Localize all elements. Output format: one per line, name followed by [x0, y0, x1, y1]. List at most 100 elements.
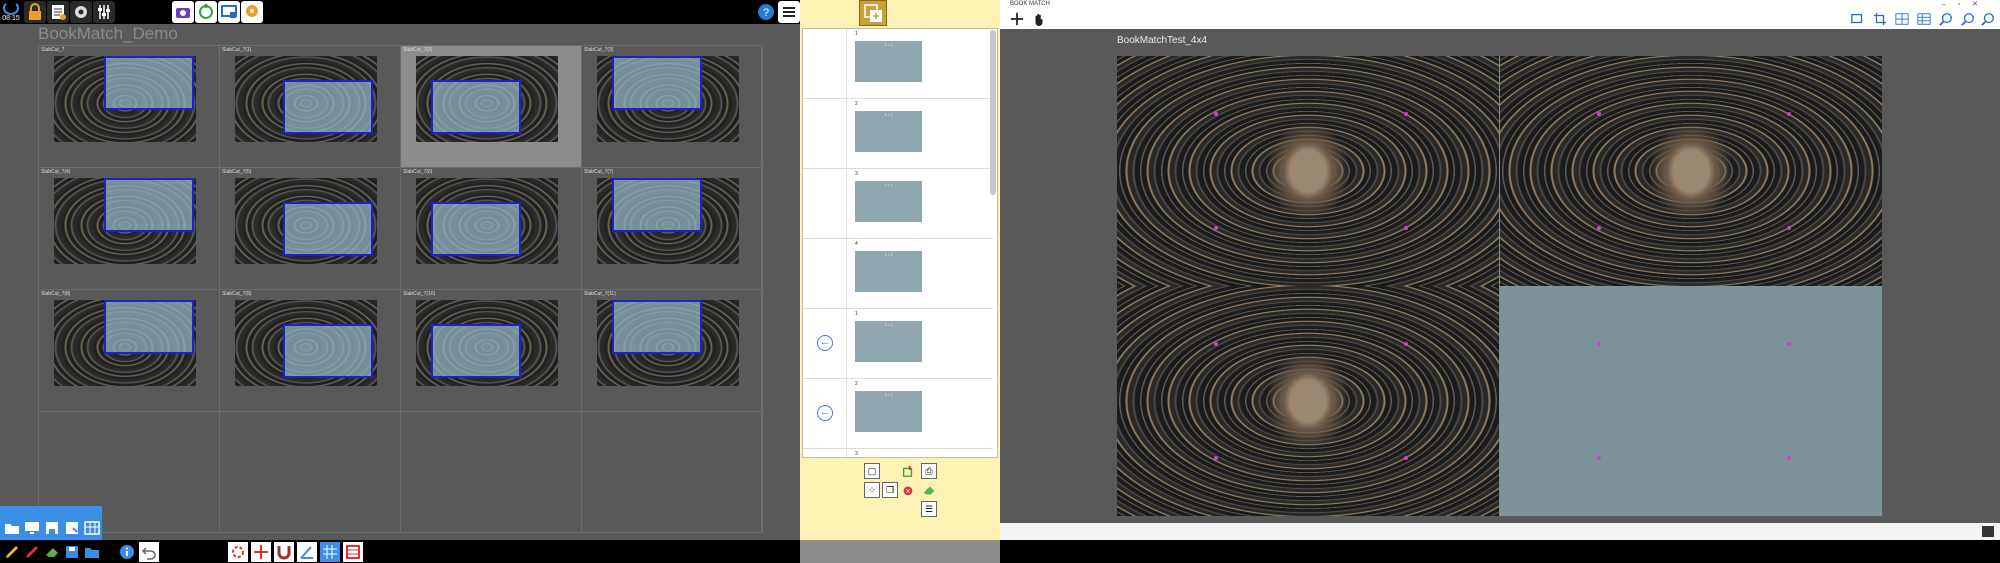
slab-cell[interactable]: SlabCut_7 — [39, 46, 220, 168]
cut-region[interactable] — [431, 202, 521, 256]
lasso-button[interactable] — [228, 542, 248, 562]
tile-label: 2 / 1 — [884, 392, 893, 397]
eraser-button[interactable] — [42, 542, 62, 562]
window-controls[interactable]: –▫✕ — [1942, 0, 1990, 9]
slab-cell[interactable]: SlabCut_7(1) — [220, 46, 401, 168]
slab-cell[interactable]: SlabCut_7(5) — [220, 168, 401, 290]
frame-button[interactable] — [343, 542, 363, 562]
slab-cell[interactable]: SlabCut_7(6) — [401, 168, 582, 290]
monitor-button[interactable] — [22, 518, 42, 538]
camera-button[interactable] — [172, 1, 194, 23]
slab-cell[interactable]: SlabCut_7(9) — [220, 290, 401, 412]
cut-region[interactable] — [431, 324, 521, 378]
cut-region[interactable] — [104, 56, 194, 110]
cut-region[interactable] — [283, 202, 373, 256]
rotate-button[interactable] — [195, 1, 217, 23]
zoom-in-icon[interactable] — [1938, 12, 1954, 26]
tile-icon[interactable] — [1894, 12, 1910, 26]
cut-region[interactable] — [283, 80, 373, 134]
grid-view-button[interactable] — [320, 542, 340, 562]
undo-button[interactable] — [139, 542, 159, 562]
item-number: 2 — [855, 101, 858, 107]
slab-cell[interactable]: SlabCut_7(11) — [582, 290, 763, 412]
cut-region[interactable] — [612, 178, 702, 232]
item-thumbnail[interactable]: 1 / 1 — [855, 251, 922, 292]
menu-button[interactable] — [778, 1, 800, 23]
list-scrollbar[interactable] — [990, 30, 996, 195]
info-icon — [120, 545, 134, 559]
item-thumbnail[interactable]: 1 / 1 — [855, 111, 922, 152]
save-button[interactable] — [42, 518, 62, 538]
crop-icon[interactable] — [1872, 12, 1888, 26]
save-as-icon — [66, 522, 78, 534]
checklist-button[interactable] — [47, 1, 69, 23]
slab-cell[interactable]: SlabCut_7(8) — [39, 290, 220, 412]
export-button[interactable] — [900, 463, 916, 479]
slab-cell[interactable]: SlabCut_7(7) — [582, 168, 763, 290]
slab-cell[interactable]: SlabCut_7(10) — [401, 290, 582, 412]
cut-region[interactable] — [104, 178, 194, 232]
erase-button[interactable] — [921, 482, 937, 498]
move-button[interactable] — [251, 542, 271, 562]
map-settings-button[interactable] — [241, 1, 263, 23]
table-icon[interactable] — [1916, 12, 1932, 26]
help-button[interactable]: ? — [755, 1, 777, 23]
folder-button[interactable] — [82, 542, 102, 562]
list-item[interactable]: ← 2 2 / 1 — [803, 379, 993, 449]
save-as-button[interactable] — [62, 518, 82, 538]
zoom-out-icon[interactable] — [1960, 12, 1976, 26]
quad-bottom-right-empty[interactable] — [1500, 286, 1882, 516]
list-item[interactable]: 3 — [803, 449, 993, 457]
quad-top-left[interactable] — [1117, 56, 1499, 286]
info-button[interactable] — [117, 542, 137, 562]
keyboard-icon[interactable] — [1982, 526, 1994, 537]
page-copy-button[interactable]: ❐ — [882, 482, 898, 498]
slab-cell[interactable]: SlabCut_7(4) — [39, 168, 220, 290]
red-pencil-button[interactable] — [22, 542, 42, 562]
screen-button[interactable] — [218, 1, 240, 23]
new-page-button[interactable]: ▢ — [864, 463, 880, 479]
list-item[interactable]: 3 1 / 1 — [803, 169, 993, 239]
logo-icon[interactable] — [3, 1, 19, 15]
layout-button[interactable] — [82, 518, 102, 538]
cut-region[interactable] — [612, 56, 702, 110]
arrow-left-icon[interactable]: ← — [817, 335, 833, 351]
scatter-button[interactable]: ⁘ — [864, 482, 880, 498]
print-button[interactable]: ⎙ — [921, 463, 937, 479]
pencil-button[interactable] — [2, 542, 22, 562]
move-icon[interactable] — [1010, 12, 1024, 26]
hand-icon[interactable] — [1032, 12, 1046, 26]
list-item[interactable]: 1 1 / 1 — [803, 29, 993, 99]
lock-button[interactable] — [24, 1, 46, 23]
cut-region[interactable] — [283, 324, 373, 378]
list-item[interactable]: 2 1 / 1 — [803, 99, 993, 169]
item-thumbnail[interactable]: 1 / 1 — [855, 181, 922, 222]
item-thumbnail[interactable]: 1 / 1 — [855, 41, 922, 82]
slab-cell[interactable]: SlabCut_7(2) — [401, 46, 582, 168]
bookmatch-canvas[interactable] — [1117, 56, 1882, 516]
list-item[interactable]: ← 1 2 / 1 — [803, 309, 993, 379]
settings-button[interactable] — [70, 1, 92, 23]
cut-region[interactable] — [612, 300, 702, 354]
quad-top-right[interactable] — [1500, 56, 1882, 286]
delete-button[interactable] — [900, 482, 916, 498]
sliders-icon — [98, 5, 110, 19]
list-item[interactable]: 4 1 / 1 — [803, 239, 993, 309]
arrow-left-icon[interactable]: ← — [817, 405, 833, 421]
item-thumbnail[interactable]: 2 / 1 — [855, 321, 922, 362]
angle-button[interactable] — [297, 542, 317, 562]
fit-icon[interactable] — [1980, 12, 1996, 26]
item-thumbnail[interactable]: 2 / 1 — [855, 391, 922, 432]
cut-region[interactable] — [431, 80, 521, 134]
slab-cell[interactable]: SlabCut_7(3) — [582, 46, 763, 168]
rotate-icon — [199, 4, 213, 19]
magnet-button[interactable] — [274, 542, 294, 562]
cut-region[interactable] — [104, 300, 194, 354]
list-edit-button[interactable]: ☰ — [921, 501, 937, 517]
adjust-button[interactable] — [93, 1, 115, 23]
quad-bottom-left[interactable] — [1117, 286, 1499, 516]
open-folder-button[interactable] — [2, 518, 22, 538]
select-region-icon[interactable] — [1850, 12, 1866, 26]
save-file-button[interactable] — [62, 542, 82, 562]
add-match-button[interactable] — [859, 0, 887, 26]
